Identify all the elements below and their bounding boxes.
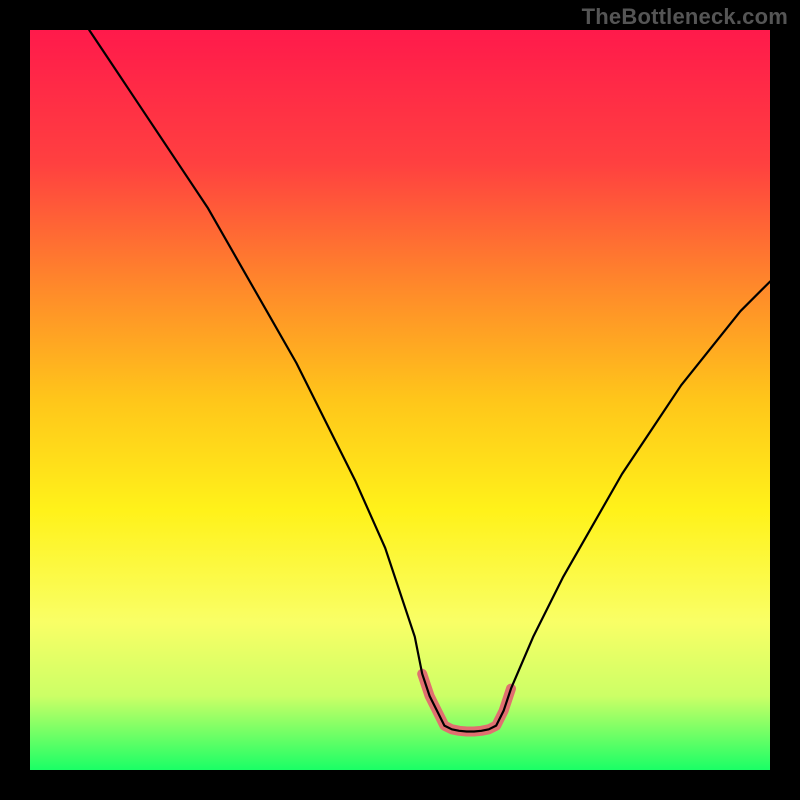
bottleneck-chart (0, 0, 800, 800)
watermark-text: TheBottleneck.com (582, 4, 788, 30)
gradient-background (30, 30, 770, 770)
chart-container: TheBottleneck.com (0, 0, 800, 800)
